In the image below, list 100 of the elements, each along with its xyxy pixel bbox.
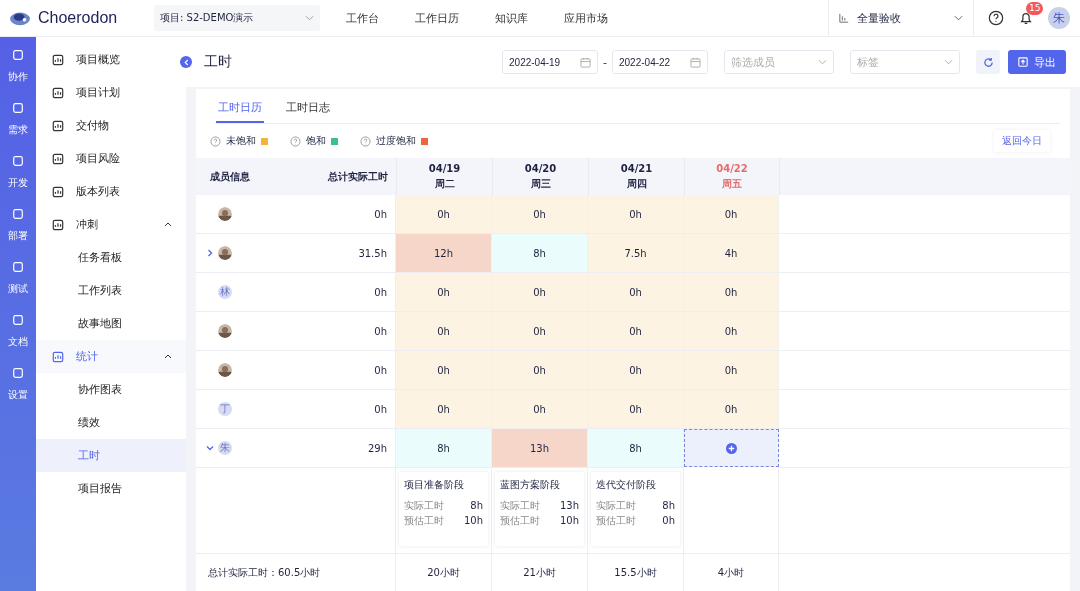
module-label[interactable]: 设置: [8, 388, 28, 402]
hours-cell[interactable]: 8h: [396, 429, 492, 468]
nav-link[interactable]: 应用市场: [558, 10, 614, 26]
hours-cell[interactable]: 8h: [588, 429, 684, 468]
hours-cell[interactable]: 0h: [396, 390, 492, 429]
notification-badge: 15: [1026, 2, 1044, 15]
hours-cell[interactable]: 0h: [588, 312, 684, 351]
hours-cell[interactable]: 0h: [492, 312, 588, 351]
sidebar-item[interactable]: 版本列表: [36, 175, 186, 208]
scope-select[interactable]: 全量验收: [828, 0, 974, 36]
export-button[interactable]: 导出: [1008, 50, 1066, 74]
export-icon: [1018, 57, 1028, 67]
hours-cell[interactable]: 0h: [396, 312, 492, 351]
hours-cell[interactable]: 0h: [396, 195, 492, 234]
help-icon[interactable]: [988, 10, 1004, 26]
module-label[interactable]: 开发: [8, 176, 28, 190]
hours-cell[interactable]: 0h: [684, 312, 779, 351]
detail-label: 实际工时: [404, 499, 444, 513]
hours-cell[interactable]: 0h: [684, 195, 779, 234]
menu-icon: [52, 350, 64, 363]
chevron-left-icon: [183, 58, 189, 66]
tab[interactable]: 工时日历: [216, 100, 264, 123]
legend-label: 未饱和: [226, 134, 256, 148]
hours-cell[interactable]: 12h: [396, 234, 492, 273]
sidebar-item[interactable]: 冲刺: [36, 208, 186, 241]
chevron-icon: [954, 15, 963, 21]
module-icon[interactable]: [12, 102, 24, 114]
module-icon[interactable]: [12, 261, 24, 273]
hours-cell[interactable]: 0h: [588, 390, 684, 429]
nav-link[interactable]: 工作台: [340, 10, 385, 26]
user-avatar[interactable]: 朱: [1048, 7, 1070, 29]
date-field[interactable]: 2022-04-19: [502, 50, 598, 74]
back-to-today-button[interactable]: 返回今日: [994, 130, 1050, 152]
caret-icon: [164, 222, 172, 227]
sidebar-item[interactable]: 统计: [36, 340, 186, 373]
date-field[interactable]: 2022-04-22: [612, 50, 708, 74]
hours-cell[interactable]: 0h: [396, 273, 492, 312]
calendar-icon: [690, 56, 701, 68]
module-label[interactable]: 部署: [8, 229, 28, 243]
project-select[interactable]: 项目: S2-DEMO演示: [154, 5, 320, 31]
chevron-icon: [305, 15, 314, 21]
nav-link[interactable]: 知识库: [489, 10, 534, 26]
tab[interactable]: 工时日志: [284, 100, 332, 123]
refresh-button[interactable]: [976, 50, 1000, 74]
module-label[interactable]: 需求: [8, 123, 28, 137]
hours-cell[interactable]: 0h: [396, 351, 492, 390]
hours-cell[interactable]: 0h: [492, 195, 588, 234]
sidebar-item[interactable]: 项目报告: [36, 472, 186, 505]
module-label[interactable]: 协作: [8, 70, 28, 84]
sidebar-item[interactable]: 交付物: [36, 109, 186, 142]
menu-icon: [52, 119, 64, 132]
sidebar-item[interactable]: 任务看板: [36, 241, 186, 274]
day-header: 04/21 周四: [588, 158, 684, 195]
nav-link[interactable]: 工作日历: [409, 10, 465, 26]
sidebar-item[interactable]: 工时: [36, 439, 186, 472]
expand-icon[interactable]: [206, 249, 214, 257]
module-label[interactable]: 测试: [8, 282, 28, 296]
day-header: 04/19 周二: [396, 158, 492, 195]
detail-value: 8h: [662, 499, 675, 513]
sidebar-item[interactable]: 项目概览: [36, 43, 186, 76]
day-total: 15.5小时: [588, 554, 684, 591]
hours-cell[interactable]: 8h: [492, 234, 588, 273]
legend-label: 过度饱和: [376, 134, 416, 148]
sidebar-item[interactable]: 项目风险: [36, 142, 186, 175]
module-label[interactable]: 文档: [8, 335, 28, 349]
sidebar-item[interactable]: 工作列表: [36, 274, 186, 307]
day-total: 21小时: [492, 554, 588, 591]
detail-label: 预估工时: [596, 514, 636, 528]
add-icon[interactable]: [726, 442, 737, 454]
module-icon[interactable]: [12, 155, 24, 167]
expand-icon[interactable]: [206, 444, 214, 452]
phase-name: 项目准备阶段: [404, 478, 465, 492]
hours-cell[interactable]: 0h: [588, 351, 684, 390]
hours-cell[interactable]: 7.5h: [588, 234, 684, 273]
sidebar-item[interactable]: 项目计划: [36, 76, 186, 109]
phase-name: 蓝图方案阶段: [500, 478, 561, 492]
module-icon[interactable]: [12, 314, 24, 326]
sidebar-item[interactable]: 协作图表: [36, 373, 186, 406]
hours-cell[interactable]: 0h: [588, 273, 684, 312]
hours-cell[interactable]: 0h: [588, 195, 684, 234]
hours-cell[interactable]: 0h: [492, 390, 588, 429]
hours-cell[interactable]: 0h: [684, 351, 779, 390]
module-icon[interactable]: [12, 367, 24, 379]
hours-cell[interactable]: 4h: [684, 234, 779, 273]
sidebar-item[interactable]: 绩效: [36, 406, 186, 439]
hours-cell[interactable]: 0h: [492, 351, 588, 390]
sidebar-item[interactable]: 故事地图: [36, 307, 186, 340]
detail-value: 0h: [662, 514, 675, 528]
hours-cell[interactable]: 0h: [492, 273, 588, 312]
day-header: 04/20 周三: [492, 158, 588, 195]
bell-icon[interactable]: [1018, 10, 1034, 26]
member-avatar: 朱: [218, 441, 232, 455]
hours-cell[interactable]: 0h: [684, 390, 779, 429]
module-icon[interactable]: [12, 49, 24, 61]
day-header: 04/22 周五: [684, 158, 779, 195]
hours-cell[interactable]: 13h: [492, 429, 588, 468]
add-hours-cell[interactable]: [684, 429, 779, 467]
refresh-icon: [982, 56, 994, 68]
hours-cell[interactable]: 0h: [684, 273, 779, 312]
module-icon[interactable]: [12, 208, 24, 220]
